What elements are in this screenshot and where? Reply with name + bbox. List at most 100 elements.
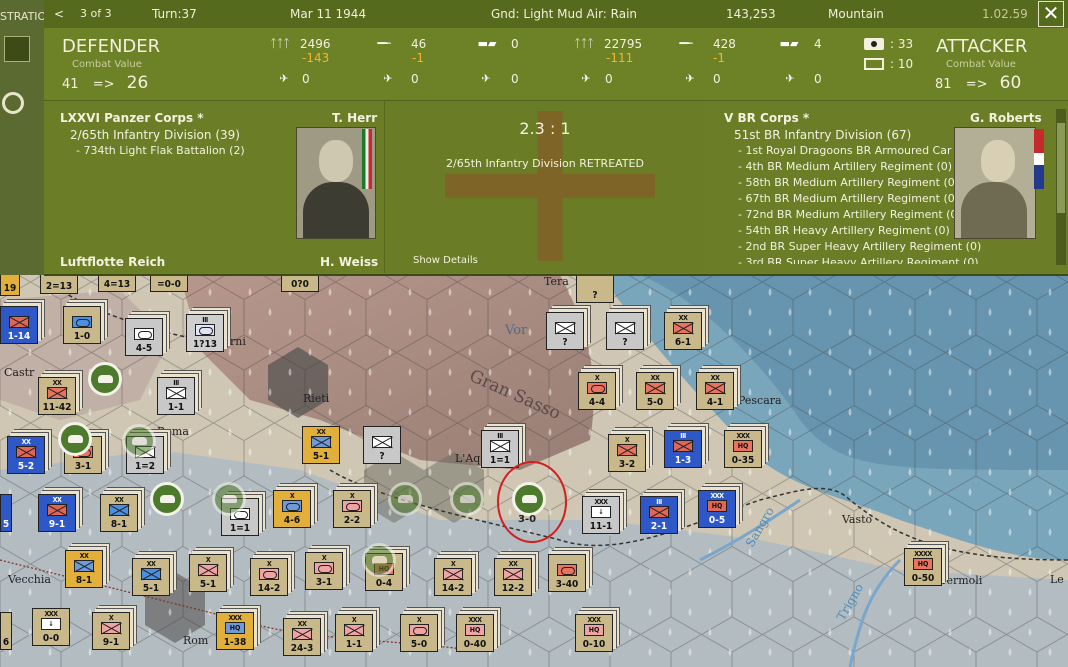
city-label: Vasto (842, 513, 873, 526)
attacker-division[interactable]: 51st BR Infantry Division (67) (734, 128, 911, 142)
close-button[interactable]: ✕ (1038, 1, 1064, 27)
transport-icon: ✈ (785, 72, 795, 85)
strategic-label: STRATIO (0, 10, 47, 23)
unit-counter[interactable]: ? (363, 426, 401, 464)
defender-guns: 46 (411, 37, 427, 51)
unit-counter[interactable]: XX 8-1 (65, 550, 103, 588)
selected-hex-highlight (497, 461, 567, 543)
unit-counter[interactable]: XX 5-1 (132, 558, 170, 596)
unit-counter[interactable]: 5 (0, 494, 12, 532)
unit-counter[interactable]: X 9-1 (92, 612, 130, 650)
hq-symbol: HQ (465, 624, 485, 636)
unit-counter[interactable]: 3-40 (548, 554, 586, 592)
unit-counter[interactable]: XXX HQ 1-38 (216, 612, 254, 650)
gear-icon[interactable] (2, 92, 24, 114)
attacker-fighters: 0 (605, 72, 613, 86)
hq-symbol: HQ (707, 500, 727, 512)
unit-counter[interactable]: XX 8-1 (100, 494, 138, 532)
attacker-attached-unit[interactable]: - 72nd BR Medium Artillery Regiment (0) (738, 208, 962, 221)
unit-counter[interactable]: 1-0 (63, 306, 101, 344)
unit-counter[interactable]: XX 5-2 (7, 436, 45, 474)
unit-counter[interactable]: XX 9-1 (38, 494, 76, 532)
unit-counter[interactable]: XXX HQ 0-40 (456, 614, 494, 652)
unit-counter[interactable]: X 14-2 (434, 558, 472, 596)
attacker-attached-unit[interactable]: - 3rd BR Super Heavy Artillery Regiment … (738, 256, 979, 264)
unit-counter[interactable]: XXX HQ 0-10 (575, 614, 613, 652)
factory-icon[interactable] (4, 36, 30, 62)
unit-counter[interactable]: XX 4-1 (696, 372, 734, 410)
unit-counter[interactable]: XXX ↓ 11-1 (582, 496, 620, 534)
italy-flag-icon (362, 129, 372, 189)
attacker-list-scrollbar[interactable] (1056, 109, 1066, 265)
attacker-men-loss: -111 (606, 51, 634, 65)
attacker-column: V BR Corps * G. Roberts 51st BR Infantry… (704, 101, 1068, 273)
attacker-attached-unit[interactable]: - 2nd BR Super Heavy Artillery Regiment … (738, 240, 981, 253)
unit-counter[interactable]: XX 6-1 (664, 312, 702, 350)
unit-counter[interactable]: X 5-1 (189, 554, 227, 592)
air-unit-icon[interactable] (362, 543, 396, 577)
infantry-icon: ᛏᛏᛏ (574, 37, 594, 50)
attacker-attached-unit[interactable]: - 54th BR Heavy Artillery Regiment (0) (738, 224, 950, 237)
unit-counter[interactable]: III 1-3 (664, 430, 702, 468)
air-unit-icon[interactable] (58, 422, 92, 456)
unit-counter[interactable]: 4-5 (125, 318, 163, 356)
defender-heading: DEFENDER (62, 36, 161, 57)
defender-men: 2496 (300, 37, 331, 51)
unit-counter[interactable]: XX 11-42 (38, 377, 76, 415)
cv-arrow: => (92, 77, 115, 92)
weather-indicator: Gnd: Light Mud Air: Rain (491, 7, 638, 21)
unit-counter[interactable]: XXXX HQ 0-50 (904, 548, 942, 586)
terrain-label: Vor (505, 323, 528, 338)
air-unit-icon[interactable] (388, 482, 422, 516)
prev-combat-button[interactable]: < (54, 7, 64, 21)
unit-counter[interactable]: 1-14 (0, 306, 38, 344)
air-unit-icon[interactable] (88, 362, 122, 396)
attacker-commander-portrait (954, 127, 1036, 239)
city-label: Castr (4, 366, 35, 379)
defender-combat-value-label: Combat Value (72, 59, 142, 70)
unit-counter[interactable]: X 4-6 (273, 490, 311, 528)
air-unit-icon[interactable] (122, 424, 156, 458)
attacker-attached-unit[interactable]: - 58th BR Medium Artillery Regiment (0) (738, 176, 959, 189)
defender-division[interactable]: 2/65th Infantry Division (39) (70, 128, 240, 142)
unit-counter[interactable]: X 1-1 (335, 614, 373, 652)
unit-counter[interactable]: X 4-4 (578, 372, 616, 410)
defender-attached-unit[interactable]: - 734th Light Flak Battalion (2) (76, 144, 245, 157)
unit-counter[interactable]: XXX HQ 0-35 (724, 430, 762, 468)
unit-counter[interactable]: X 3-1 (305, 552, 343, 590)
air-unit-icon[interactable] (450, 482, 484, 516)
unit-counter[interactable]: ? (606, 312, 644, 350)
unit-counter[interactable]: ? (546, 312, 584, 350)
unit-counter[interactable]: III 1=1 (481, 430, 519, 468)
air-unit-icon[interactable] (212, 482, 246, 516)
combat-result-message: 2/65th Infantry Division RETREATED (446, 157, 644, 170)
unit-counter[interactable]: X 2-2 (333, 490, 371, 528)
city-label: L'Aq (455, 452, 481, 465)
unit-counter[interactable]: X 3-2 (608, 434, 646, 472)
unit-counter[interactable]: XX 5-1 (302, 426, 340, 464)
unit-counter[interactable]: XXX HQ 0-5 (698, 490, 736, 528)
defender-column: LXXVI Panzer Corps * T. Herr 2/65th Infa… (44, 101, 384, 273)
unit-counter[interactable]: XXX ↓ 0-0 (32, 608, 70, 646)
unit-counter[interactable]: XX 24-3 (283, 618, 321, 656)
attacker-heading: ATTACKER (936, 36, 1028, 57)
unit-counter[interactable]: XX 5-0 (636, 372, 674, 410)
attacker-attached-unit[interactable]: - 4th BR Medium Artillery Regiment (0) (738, 160, 952, 173)
attacker-attached-unit[interactable]: - 67th BR Medium Artillery Regiment (0) (738, 192, 959, 205)
show-details-link[interactable]: Show Details (413, 255, 478, 266)
left-side-strip: STRATIO (0, 0, 47, 275)
unit-counter[interactable]: III 2-1 (640, 496, 678, 534)
unit-counter[interactable]: 6 (0, 612, 12, 650)
air-unit-icon[interactable] (150, 482, 184, 516)
defender-transports: 0 (511, 72, 519, 86)
attacker-corps: V BR Corps * (724, 111, 810, 125)
unit-counter[interactable]: III 1?13 (186, 314, 224, 352)
hex-coordinate: 143,253 (726, 7, 776, 21)
cv-after: 26 (126, 73, 149, 93)
unit-counter[interactable]: III 1-1 (157, 377, 195, 415)
city-label: Rieti (303, 392, 330, 405)
attacker-guns: 428 (713, 37, 736, 51)
unit-counter[interactable]: X 14-2 (250, 558, 288, 596)
unit-counter[interactable]: X 5-0 (400, 614, 438, 652)
unit-counter[interactable]: XX 12-2 (494, 558, 532, 596)
